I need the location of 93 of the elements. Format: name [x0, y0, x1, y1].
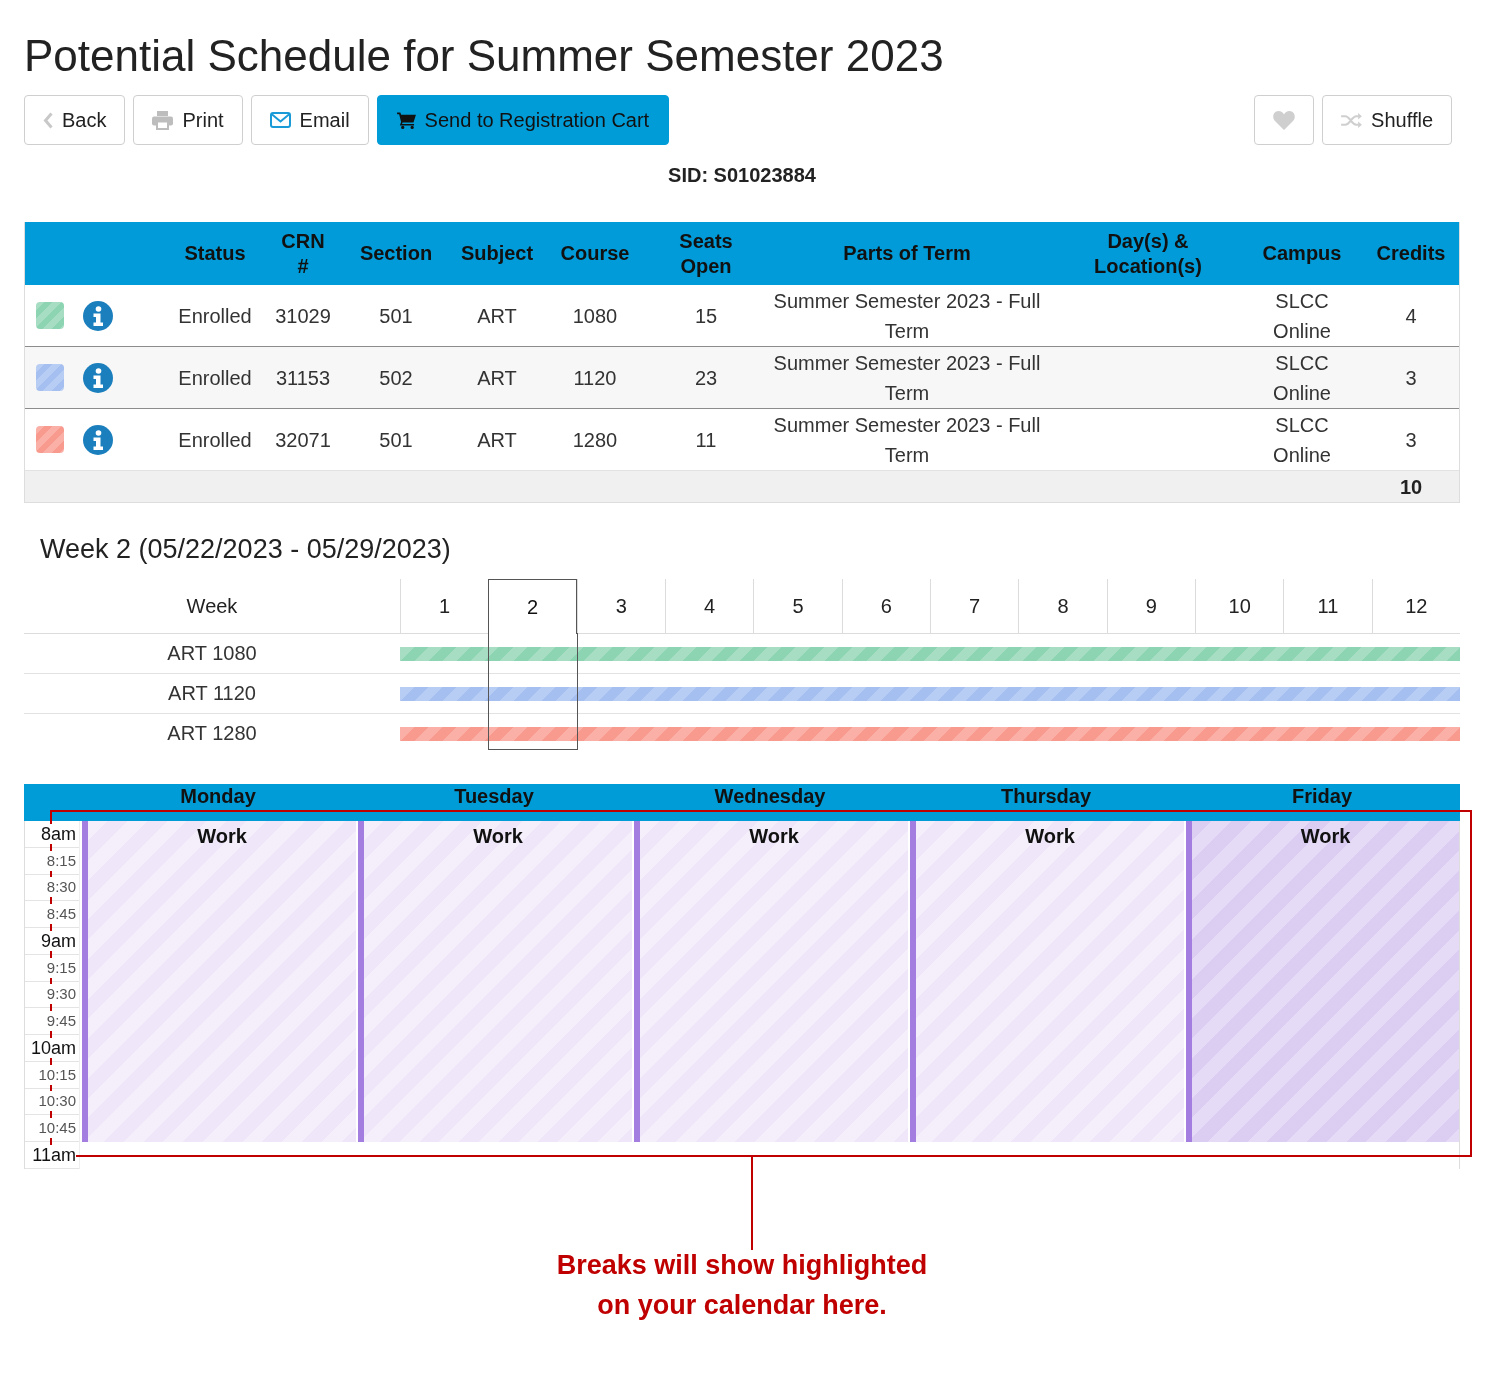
table-cell-text: ART — [476, 427, 518, 453]
week-tab[interactable]: 11 — [1283, 579, 1372, 633]
course-label: ART 1280 — [167, 722, 257, 745]
column-header: Subject — [459, 241, 535, 266]
info-icon[interactable] — [83, 300, 113, 331]
week-heading: Week — [186, 594, 238, 618]
week-tab[interactable]: 7 — [930, 579, 1019, 633]
printer-icon — [152, 110, 174, 130]
day-header: Thursday — [1000, 784, 1092, 808]
email-button[interactable]: Email — [250, 95, 369, 145]
column-header: Credits — [1375, 241, 1447, 266]
week-tab[interactable]: 5 — [753, 579, 842, 633]
column-header: Parts of Term — [842, 241, 972, 266]
table-cell-text: ART — [476, 303, 518, 329]
table-cell-text: 3 — [1404, 365, 1418, 391]
table-cell-text: SLCC Online — [1272, 350, 1332, 406]
time-label: 10:15 — [37, 1064, 76, 1085]
table-cell-text: SLCC Online — [1272, 288, 1332, 344]
envelope-icon — [269, 112, 291, 128]
week-tab[interactable]: 10 — [1195, 579, 1284, 633]
back-button[interactable]: Back — [24, 95, 126, 145]
table-cell-text: Enrolled — [177, 303, 253, 329]
time-label: 9:30 — [45, 984, 76, 1005]
table-cell-text: Summer Semester 2023 - Full Term — [772, 350, 1042, 406]
course-label: ART 1080 — [167, 642, 257, 665]
info-icon[interactable] — [83, 362, 113, 393]
time-label: 10am — [29, 1037, 76, 1058]
day-header: Monday — [179, 784, 257, 808]
week-title: Week 2 (05/22/2023 - 05/29/2023) — [39, 533, 452, 566]
week-tab[interactable]: 12 — [1371, 579, 1460, 633]
time-label: 10:30 — [37, 1091, 76, 1112]
table-cell-text: 3 — [1404, 427, 1418, 453]
time-label: 8:15 — [45, 850, 76, 871]
column-header: Section — [358, 241, 434, 266]
time-label: 9:45 — [45, 1011, 76, 1032]
table-cell-text: 32071 — [274, 427, 332, 453]
table-cell-text: SLCC Online — [1272, 412, 1332, 468]
day-header: Wednesday — [713, 784, 827, 808]
print-button[interactable]: Print — [133, 95, 243, 145]
table-cell-text: 15 — [693, 303, 719, 329]
week-tab[interactable]: 2 — [488, 579, 577, 634]
column-header: CRN # — [280, 228, 326, 279]
week-tab[interactable]: 8 — [1018, 579, 1107, 633]
time-label: 8am — [40, 823, 76, 844]
table-cell-text: 1280 — [571, 427, 619, 453]
callout-text: Breaks will show highlighted on your calendar here. — [555, 1248, 929, 1322]
calendar-event[interactable]: Work — [1186, 821, 1459, 1142]
table-cell-text: 1120 — [572, 365, 618, 391]
shuffle-button[interactable]: Shuffle — [1322, 95, 1452, 145]
shuffle-icon — [1341, 111, 1363, 129]
table-cell-text: 501 — [378, 427, 414, 453]
send-to-cart-button[interactable]: Send to Registration Cart — [376, 95, 670, 145]
page-title: Potential Schedule for Summer Semester 2023 — [24, 30, 945, 82]
calendar-event[interactable]: Work — [634, 821, 908, 1142]
calendar-event[interactable]: Work — [82, 821, 356, 1142]
table-cell-text: 11 — [694, 427, 718, 453]
chevron-left-icon — [43, 111, 53, 129]
table-cell-text: Summer Semester 2023 - Full Term — [772, 288, 1042, 344]
cart-icon — [396, 111, 416, 129]
table-cell-text: 31029 — [274, 303, 332, 329]
time-label: 10:45 — [37, 1118, 76, 1139]
table-cell-text: 502 — [378, 365, 414, 391]
total-credits: 10 — [1399, 474, 1423, 500]
table-cell-text: Enrolled — [177, 427, 253, 453]
calendar-event[interactable]: Work — [910, 821, 1184, 1142]
week-tab[interactable]: 9 — [1106, 579, 1195, 633]
column-header: Campus — [1261, 241, 1343, 266]
week-tab[interactable]: 3 — [576, 579, 665, 633]
time-label: 9am — [40, 930, 76, 951]
table-cell-text: 1080 — [571, 303, 619, 329]
day-header: Tuesday — [453, 784, 535, 808]
student-id: SID: S01023884 — [667, 163, 817, 187]
table-cell-text: ART — [476, 365, 518, 391]
course-label: ART 1120 — [168, 682, 256, 705]
column-header: Seats Open — [678, 228, 734, 279]
day-header: Friday — [1291, 784, 1353, 808]
week-tab[interactable]: 6 — [841, 579, 930, 633]
time-label: 8:45 — [45, 904, 76, 925]
table-cell-text: Summer Semester 2023 - Full Term — [772, 412, 1042, 468]
time-label: 9:15 — [45, 957, 76, 978]
week-tab[interactable]: 4 — [665, 579, 754, 633]
table-cell-text: 31153 — [274, 365, 332, 391]
time-label: 8:30 — [45, 877, 76, 898]
table-cell-text: 23 — [693, 365, 719, 391]
column-header: Course — [559, 241, 631, 266]
table-cell-text: 4 — [1404, 303, 1418, 329]
table-cell-text: Enrolled — [177, 365, 253, 391]
heart-icon — [1273, 110, 1296, 130]
calendar-event[interactable]: Work — [358, 821, 632, 1142]
info-icon[interactable] — [83, 424, 113, 455]
table-cell-text: 501 — [378, 303, 414, 329]
column-header: Status — [183, 241, 247, 266]
column-header: Day(s) & Location(s) — [1093, 228, 1203, 279]
